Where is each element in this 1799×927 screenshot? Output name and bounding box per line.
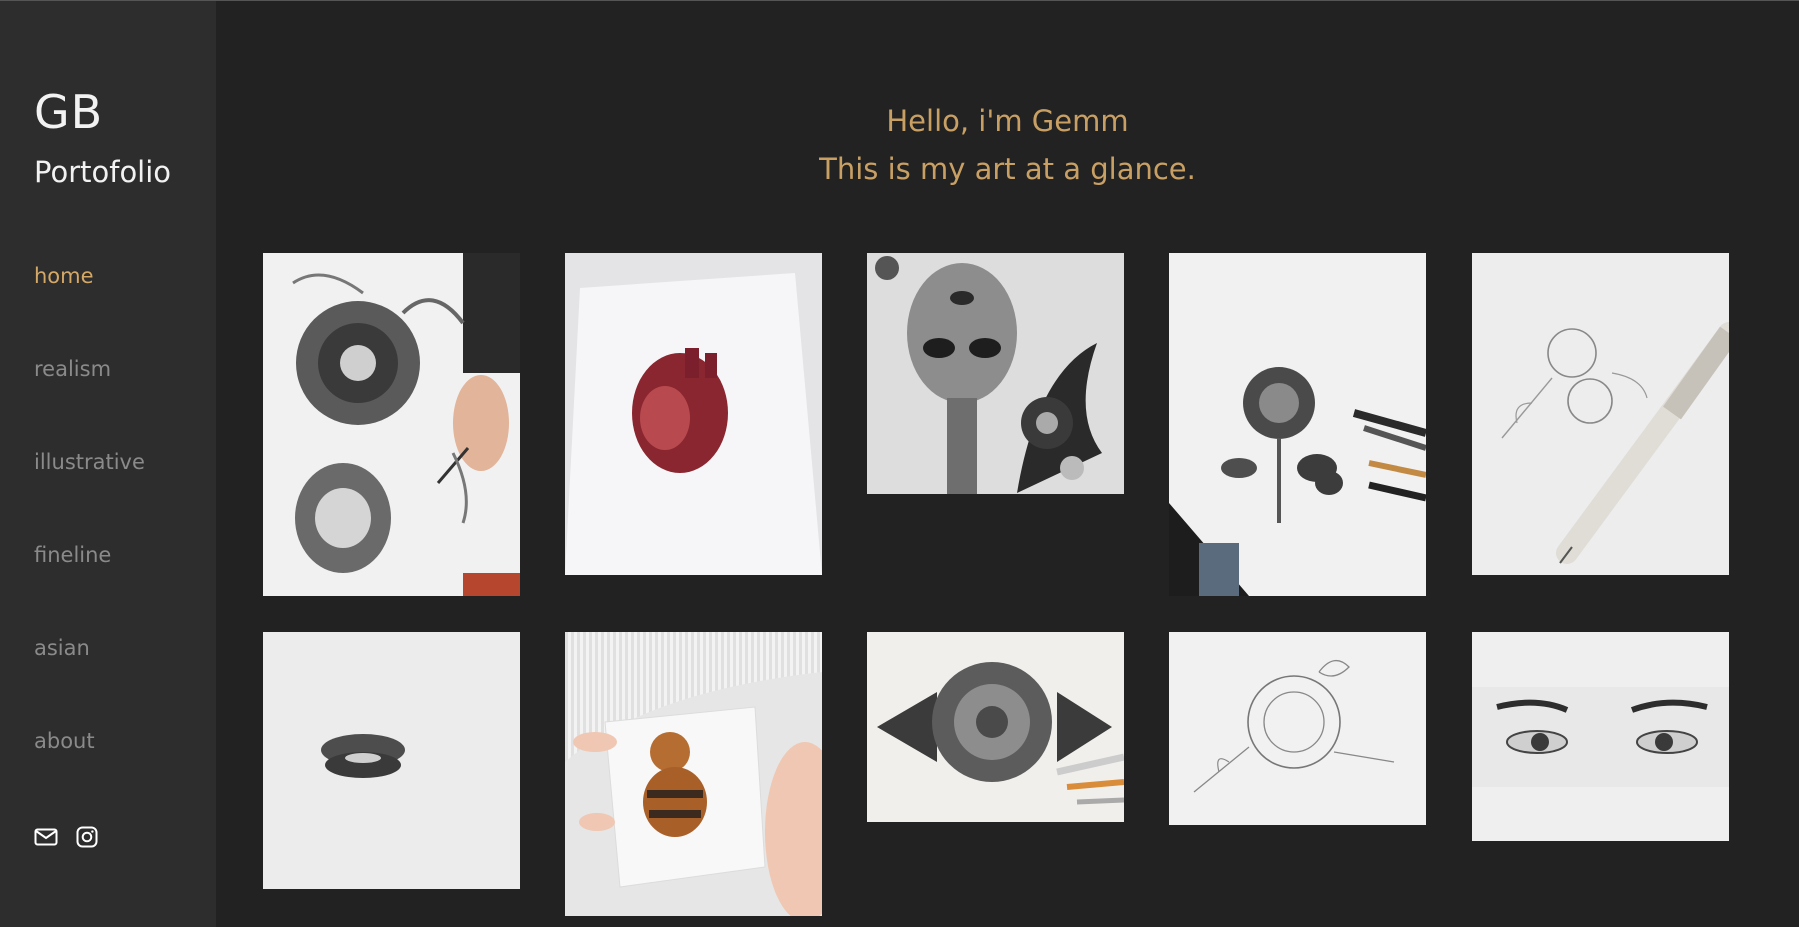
gallery-image-teddy-bear[interactable]	[565, 632, 822, 916]
greeting: Hello, i'm Gemm	[886, 104, 1129, 138]
nav-realism[interactable]: realism	[34, 359, 111, 380]
top-border	[0, 0, 1799, 1]
logo-subtitle[interactable]: Portofolio	[34, 158, 171, 187]
sidebar: GB Portofolio home realism illustrative …	[0, 1, 216, 927]
nav-asian[interactable]: asian	[34, 638, 90, 659]
nav-fineline[interactable]: fineline	[34, 545, 111, 566]
gallery-image-alien[interactable]	[867, 253, 1124, 494]
nav-about[interactable]: about	[34, 731, 95, 752]
nav-home[interactable]: home	[34, 266, 94, 287]
gallery-image-lips[interactable]	[263, 632, 520, 889]
logo[interactable]: GB	[34, 89, 103, 135]
instagram-icon[interactable]	[75, 825, 99, 849]
social-links	[34, 825, 99, 849]
gallery-image-eyes[interactable]	[1472, 632, 1729, 841]
gallery-image-foo-dog[interactable]	[263, 253, 520, 596]
gallery-image-heart[interactable]	[565, 253, 822, 575]
gallery-image-fineline-flowers[interactable]	[1472, 253, 1729, 575]
mail-icon[interactable]	[34, 825, 58, 849]
gallery-image-peony-outline[interactable]	[1169, 632, 1426, 825]
gallery-image-geometric-rose[interactable]	[867, 632, 1124, 822]
tagline: This is my art at a glance.	[819, 152, 1196, 186]
gallery-image-rose-pencils[interactable]	[1169, 253, 1426, 596]
nav-illustrative[interactable]: illustrative	[34, 452, 145, 473]
